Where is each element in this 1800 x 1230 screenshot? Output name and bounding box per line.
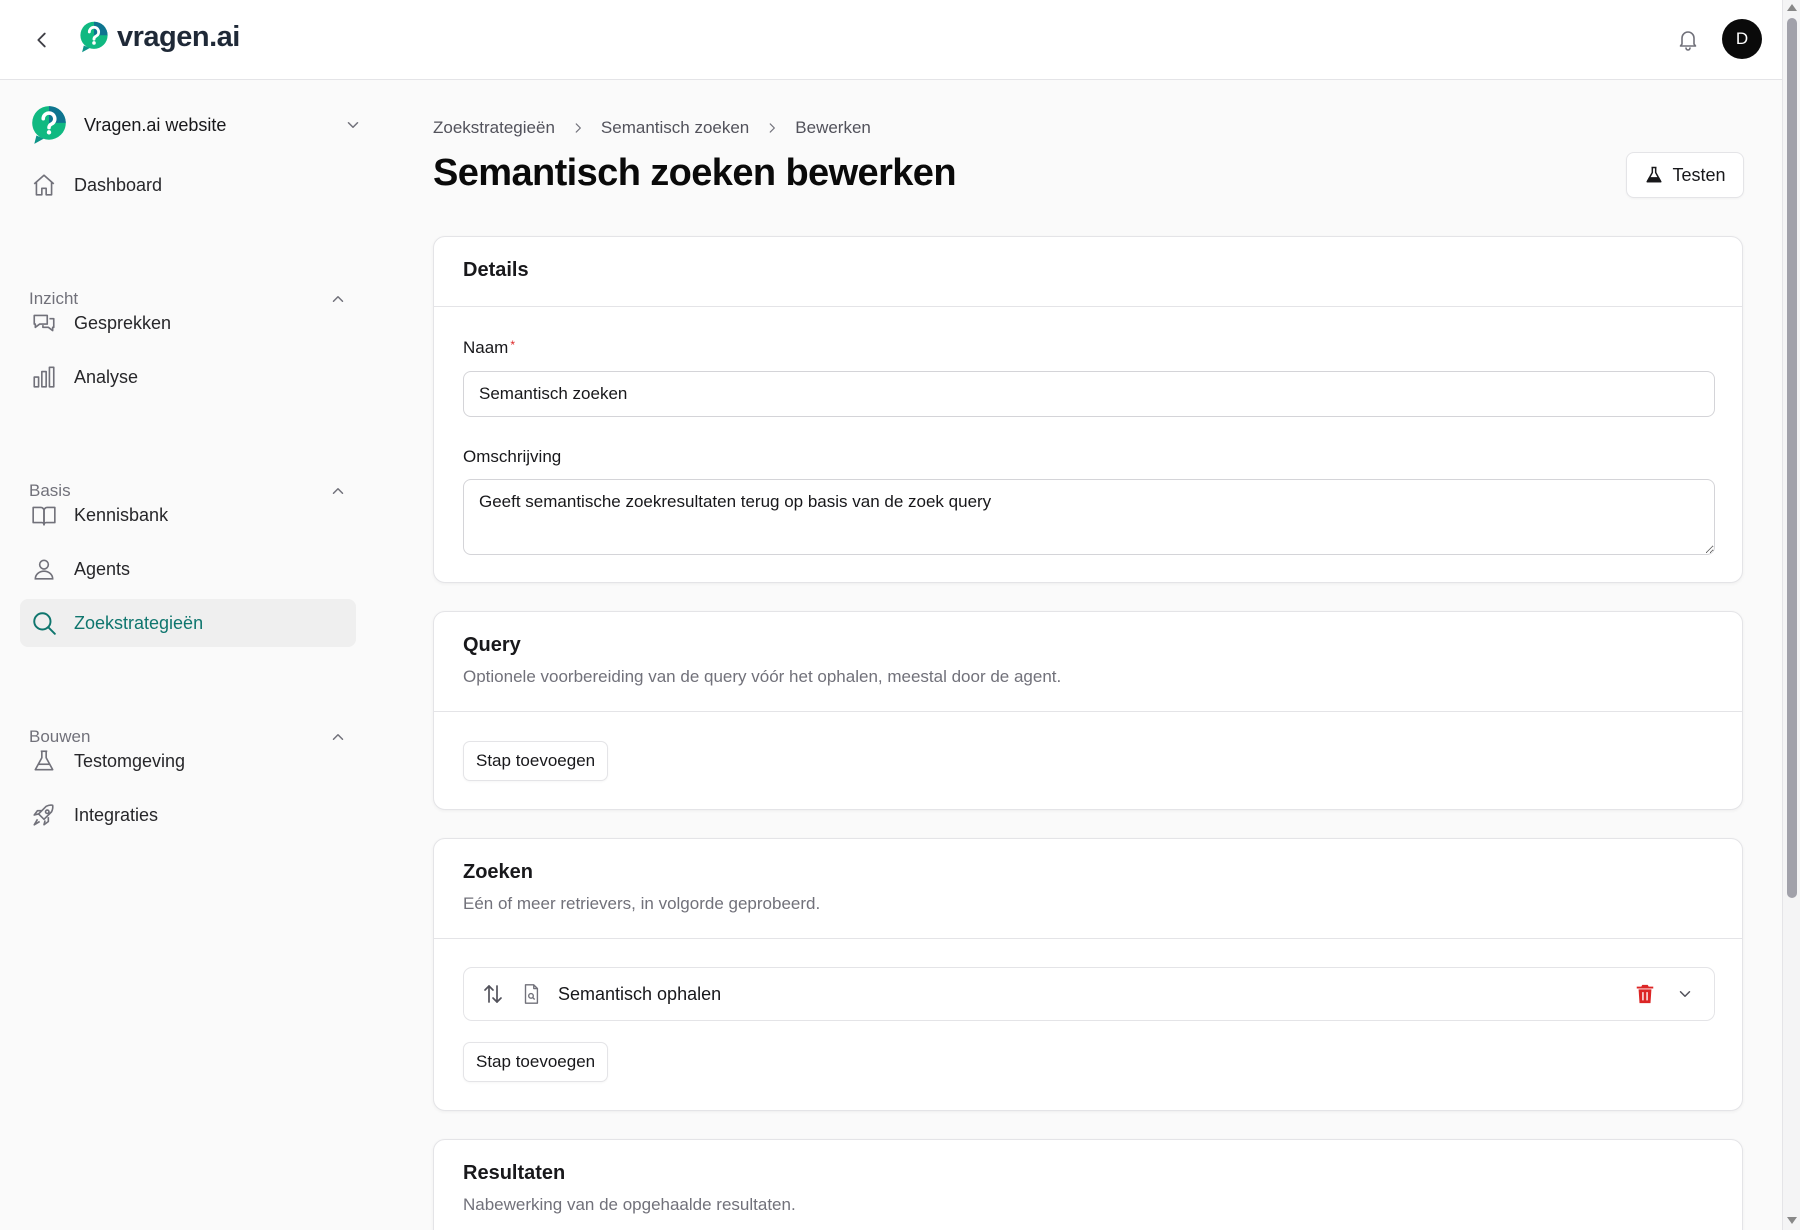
retriever-row[interactable]: Semantisch ophalen bbox=[463, 967, 1715, 1021]
sidebar-item-label: Testomgeving bbox=[74, 750, 186, 771]
sidebar-item-integraties[interactable]: Integraties bbox=[20, 791, 356, 839]
card-header: Query Optionele voorbereiding van de que… bbox=[434, 612, 1742, 712]
add-step-button[interactable]: Stap toevoegen bbox=[463, 1042, 609, 1082]
sidebar-item-label: Integraties bbox=[74, 804, 159, 825]
flask-icon bbox=[1647, 166, 1662, 183]
sidebar-item-label: Analyse bbox=[74, 366, 139, 387]
bell-icon[interactable] bbox=[1672, 24, 1704, 56]
page-title: Semantisch zoeken bewerken bbox=[433, 152, 957, 194]
card-title: Query bbox=[463, 634, 521, 656]
document-search-icon bbox=[518, 981, 544, 1007]
sidebar-item-label: Kennisbank bbox=[74, 504, 169, 525]
sidebar-item-label: Agents bbox=[74, 558, 131, 579]
brand-name: vragen.ai bbox=[117, 20, 240, 53]
sidebar-item-zoekstrategieen[interactable]: Zoekstrategieën bbox=[20, 599, 356, 647]
card-title: Details bbox=[463, 259, 529, 281]
test-button[interactable]: Testen bbox=[1626, 152, 1744, 198]
chevron-right-icon bbox=[765, 121, 779, 135]
page-scrollbar[interactable] bbox=[1782, 0, 1800, 1230]
reorder-arrows-icon[interactable] bbox=[480, 981, 506, 1007]
chat-bubbles-icon bbox=[30, 309, 58, 337]
sidebar-item-analyse[interactable]: Analyse bbox=[20, 353, 356, 401]
breadcrumb-item[interactable]: Semantisch zoeken bbox=[601, 118, 749, 138]
name-label: Naam * bbox=[463, 338, 515, 358]
search-card: Zoeken Eén of meer retrievers, in volgor… bbox=[433, 838, 1743, 1111]
sidebar-item-gesprekken[interactable]: Gesprekken bbox=[20, 299, 356, 347]
top-bar: vragen.ai D bbox=[0, 0, 1782, 80]
home-icon bbox=[30, 171, 58, 199]
sidebar-item-label: Dashboard bbox=[74, 174, 163, 195]
card-header: Zoeken Eén of meer retrievers, in volgor… bbox=[434, 839, 1742, 939]
name-input[interactable] bbox=[463, 371, 1715, 417]
description-label: Omschrijving bbox=[463, 447, 562, 466]
breadcrumb: Zoekstrategieën Semantisch zoeken Bewerk… bbox=[433, 118, 871, 138]
trash-icon[interactable] bbox=[1632, 981, 1658, 1007]
card-header: Details bbox=[434, 237, 1742, 307]
scroll-thumb[interactable] bbox=[1787, 18, 1797, 898]
card-header: Resultaten Nabewerking van de opgehaalde… bbox=[434, 1140, 1742, 1230]
book-icon bbox=[30, 501, 58, 529]
test-button-label: Testen bbox=[1672, 164, 1726, 185]
sidebar-item-kennisbank[interactable]: Kennisbank bbox=[20, 491, 356, 539]
query-card: Query Optionele voorbereiding van de que… bbox=[433, 611, 1743, 810]
results-card: Resultaten Nabewerking van de opgehaalde… bbox=[433, 1139, 1743, 1230]
rocket-icon bbox=[30, 801, 58, 829]
card-title: Resultaten bbox=[463, 1162, 566, 1184]
search-icon bbox=[30, 609, 58, 637]
name-label-text: Naam bbox=[463, 338, 509, 357]
required-mark: * bbox=[510, 338, 516, 352]
card-description: Nabewerking van de opgehaalde resultaten… bbox=[463, 1195, 796, 1214]
brand-logo[interactable]: vragen.ai bbox=[77, 20, 240, 54]
chevron-right-icon bbox=[571, 121, 585, 135]
sidebar-item-label: Zoekstrategieën bbox=[74, 612, 204, 633]
sidebar-item-testomgeving[interactable]: Testomgeving bbox=[20, 737, 356, 785]
bar-chart-icon bbox=[30, 363, 58, 391]
retriever-name: Semantisch ophalen bbox=[558, 983, 722, 1004]
scroll-up-arrow[interactable] bbox=[1787, 4, 1797, 11]
scroll-down-arrow[interactable] bbox=[1787, 1217, 1797, 1224]
breadcrumb-item-current: Bewerken bbox=[795, 118, 871, 137]
add-step-button[interactable]: Stap toevoegen bbox=[463, 741, 609, 781]
workspace-name: Vragen.ai website bbox=[84, 114, 227, 135]
sidebar-item-label: Gesprekken bbox=[74, 312, 172, 333]
user-avatar[interactable]: D bbox=[1722, 19, 1762, 59]
chevron-down-icon[interactable] bbox=[1672, 981, 1698, 1007]
card-description: Eén of meer retrievers, in volgorde gepr… bbox=[463, 894, 821, 913]
user-icon bbox=[30, 555, 58, 583]
card-title: Zoeken bbox=[463, 861, 534, 883]
sidebar-item-dashboard[interactable]: Dashboard bbox=[20, 161, 356, 209]
workspace-switcher[interactable]: Vragen.ai website bbox=[28, 103, 362, 147]
logo-icon bbox=[80, 21, 108, 53]
breadcrumb-item[interactable]: Zoekstrategieën bbox=[433, 118, 555, 138]
workspace-logo-icon bbox=[32, 106, 66, 144]
sidebar-item-agents[interactable]: Agents bbox=[20, 545, 356, 593]
card-description: Optionele voorbereiding van de query vóó… bbox=[463, 667, 1062, 686]
details-card: Details Naam* Omschrijving Geeft semanti… bbox=[433, 236, 1743, 583]
sidebar: Vragen.ai website Dashboard Inzicht Gesp… bbox=[0, 81, 370, 1230]
back-icon[interactable] bbox=[26, 24, 58, 56]
flask-icon bbox=[30, 747, 58, 775]
description-textarea[interactable]: Geeft semantische zoekresultaten terug o… bbox=[463, 479, 1715, 555]
chevron-down-icon bbox=[347, 122, 359, 128]
